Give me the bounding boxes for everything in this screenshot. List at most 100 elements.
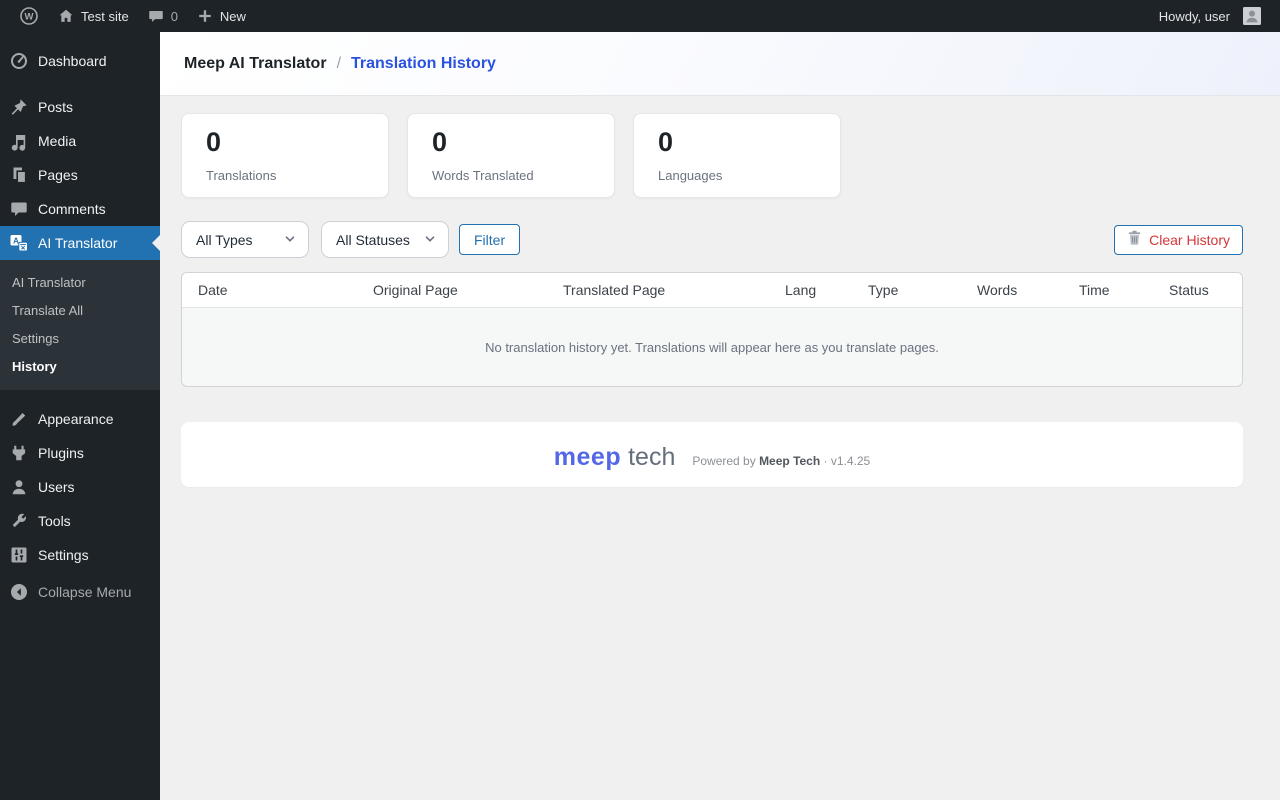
collapse-menu-button[interactable]: Collapse Menu	[0, 575, 160, 609]
powered-prefix: Powered by	[692, 454, 760, 468]
sidebar-item-media[interactable]: Media	[0, 124, 160, 158]
sidebar-item-users[interactable]: Users	[0, 470, 160, 504]
sidebar-item-label: Dashboard	[38, 53, 107, 69]
plug-icon	[9, 443, 29, 463]
sidebar-item-tools[interactable]: Tools	[0, 504, 160, 538]
stat-value: 0	[658, 127, 674, 157]
table-header-row: Date Original Page Translated Page Lang …	[182, 273, 1242, 308]
site-name-label: Test site	[81, 8, 129, 24]
brush-icon	[9, 409, 29, 429]
type-filter-select[interactable]: All Types	[181, 221, 309, 258]
sidebar-item-pages[interactable]: Pages	[0, 158, 160, 192]
stat-value: 0	[206, 127, 222, 157]
sidebar-item-label: Plugins	[38, 445, 84, 461]
wrench-icon	[9, 511, 29, 531]
stat-card-translations: 0 Translations	[181, 113, 389, 198]
pages-icon	[9, 165, 29, 185]
breadcrumb-separator: /	[336, 54, 342, 72]
stats-row: 0 Translations 0 Words Translated 0 Lang…	[181, 113, 1243, 198]
svg-text:A: A	[13, 236, 19, 245]
sidebar-item-dashboard[interactable]: Dashboard	[0, 44, 160, 78]
admin-bar-left: W Test site 0 New	[10, 0, 255, 32]
submenu-item-label: Translate All	[12, 302, 84, 318]
admin-bar-right: Howdy, user	[1150, 0, 1270, 32]
stat-label: Translations	[206, 167, 277, 183]
comment-bubble-icon	[147, 7, 165, 25]
column-header-date: Date	[198, 282, 228, 298]
admin-sidebar: Dashboard Posts Media Pages Comments A A…	[0, 32, 160, 800]
howdy-label: Howdy, user	[1158, 8, 1230, 24]
column-header-time: Time	[1079, 282, 1110, 298]
sidebar-item-settings[interactable]: Settings	[0, 538, 160, 572]
submenu-item-label: History	[12, 358, 57, 374]
history-table: Date Original Page Translated Page Lang …	[181, 272, 1243, 387]
chevron-down-icon	[284, 232, 296, 248]
sidebar-item-label: Media	[38, 133, 77, 149]
type-filter-value: All Types	[196, 231, 253, 248]
sidebar-item-label: Appearance	[38, 411, 114, 427]
admin-bar: W Test site 0 New Howdy, user	[0, 0, 1280, 32]
sidebar-item-posts[interactable]: Posts	[0, 90, 160, 124]
empty-state-message: No translation history yet. Translations…	[485, 339, 939, 355]
chevron-down-icon	[424, 232, 436, 248]
stat-card-languages: 0 Languages	[633, 113, 841, 198]
wordpress-logo-icon: W	[19, 6, 39, 26]
sidebar-item-label: Comments	[38, 201, 106, 217]
trash-icon	[1127, 230, 1142, 249]
column-header-translated-page: Translated Page	[563, 282, 666, 298]
menu-separator	[0, 78, 160, 90]
submenu-item-label: AI Translator	[12, 274, 86, 290]
submenu-item-settings[interactable]: Settings	[0, 324, 160, 352]
status-filter-value: All Statuses	[336, 231, 410, 248]
menu-separator	[0, 390, 160, 402]
column-header-words: Words	[977, 282, 1018, 298]
filter-row: All Types All Statuses Filter Clear Hist…	[181, 221, 1243, 258]
sidebar-item-label: AI Translator	[38, 235, 118, 251]
user-icon	[9, 477, 29, 497]
media-icon	[9, 131, 29, 151]
sidebar-item-label: Posts	[38, 99, 74, 115]
sidebar-item-label: Settings	[38, 547, 89, 563]
submenu-item-translate-all[interactable]: Translate All	[0, 296, 160, 324]
filter-button[interactable]: Filter	[459, 224, 521, 255]
status-filter-select[interactable]: All Statuses	[321, 221, 449, 258]
column-header-lang: Lang	[785, 282, 817, 298]
main-content: Meep AI Translator / Translation History…	[160, 32, 1280, 800]
collapse-arrow-icon	[9, 582, 29, 602]
comments-admin-link[interactable]: 0	[138, 0, 187, 32]
stat-value: 0	[432, 127, 448, 157]
wordpress-logo-menu[interactable]: W	[10, 0, 48, 32]
sidebar-item-comments[interactable]: Comments	[0, 192, 160, 226]
breadcrumb: Meep AI Translator / Translation History	[184, 55, 496, 73]
sidebar-item-label: Collapse Menu	[38, 584, 132, 600]
site-name-link[interactable]: Test site	[48, 0, 138, 32]
clear-history-button[interactable]: Clear History	[1114, 224, 1243, 255]
account-menu[interactable]: Howdy, user	[1150, 0, 1270, 32]
submenu-item-ai-translator[interactable]: AI Translator	[0, 268, 160, 296]
column-header-original-page: Original Page	[373, 282, 458, 298]
brand-name: Meep Tech	[759, 454, 821, 468]
home-icon	[57, 7, 75, 25]
sidebar-item-label: Pages	[38, 167, 78, 183]
sidebar-item-ai-translator[interactable]: A AI Translator	[0, 226, 160, 260]
comments-icon	[9, 199, 29, 219]
translate-icon: A	[9, 233, 29, 253]
stat-label: Words Translated	[432, 167, 534, 183]
submenu-item-history[interactable]: History	[0, 352, 160, 380]
new-content-menu[interactable]: New	[187, 0, 255, 32]
sidebar-item-appearance[interactable]: Appearance	[0, 402, 160, 436]
sidebar-item-label: Tools	[38, 513, 71, 529]
svg-text:W: W	[25, 12, 34, 23]
page-header: Meep AI Translator / Translation History	[160, 32, 1280, 96]
sliders-icon	[9, 545, 29, 565]
submenu-item-label: Settings	[12, 330, 59, 346]
meep-logo-primary: meep	[553, 443, 622, 471]
clear-history-label: Clear History	[1149, 231, 1230, 248]
page-body: 0 Translations 0 Words Translated 0 Lang…	[160, 96, 1280, 487]
powered-by-text: Powered by Meep Tech · v1.4.25	[692, 454, 870, 468]
sidebar-item-plugins[interactable]: Plugins	[0, 436, 160, 470]
pin-icon	[9, 97, 29, 117]
breadcrumb-current[interactable]: Translation History	[351, 55, 496, 73]
stat-label: Languages	[658, 167, 723, 183]
footer-card: meep tech Powered by Meep Tech · v1.4.25	[181, 422, 1243, 487]
